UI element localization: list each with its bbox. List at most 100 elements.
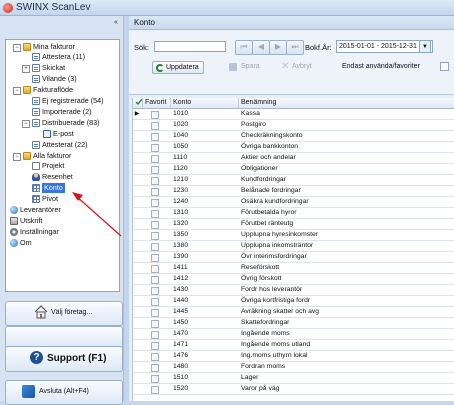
table-row[interactable]: 1320 Förutbet ränteutg — [133, 219, 454, 230]
collapse-icon[interactable]: − — [13, 153, 21, 161]
table-row[interactable]: 1350 Upplupna hyresinkomster — [133, 230, 454, 241]
favorite-checkbox[interactable] — [151, 210, 159, 218]
favorite-checkbox[interactable] — [151, 320, 159, 328]
table-row[interactable]: 1040 Checkräkningskonto — [133, 131, 454, 142]
table-row[interactable]: 1050 Övriga bankkonton — [133, 142, 454, 153]
favorite-checkbox[interactable] — [151, 342, 159, 350]
favorite-checkbox[interactable] — [151, 221, 159, 229]
tree-item-label: Skickat — [42, 63, 66, 72]
only-used-checkbox[interactable] — [440, 62, 449, 71]
favorite-checkbox[interactable] — [151, 331, 159, 339]
check-column-header[interactable] — [133, 98, 143, 108]
next-record-button[interactable]: ▶ — [269, 40, 287, 55]
collapse-icon[interactable]: − — [22, 120, 30, 128]
row-indicator-icon: ▶ — [134, 111, 140, 117]
table-row[interactable]: ▶ 1010 Kassa — [133, 109, 454, 120]
favorite-checkbox[interactable] — [151, 298, 159, 306]
folder-icon — [23, 86, 31, 94]
favorite-checkbox[interactable] — [151, 375, 159, 383]
collapse-icon[interactable]: − — [13, 87, 21, 95]
previous-record-button[interactable]: ◀ — [252, 40, 270, 55]
konto-cell: 1040 — [173, 132, 189, 139]
collapse-panel-button[interactable]: « — [111, 18, 121, 27]
table-row[interactable]: 1440 Övriga kortfristiga fordr — [133, 296, 454, 307]
printer-icon — [10, 217, 18, 225]
konto-cell: 1412 — [173, 275, 189, 282]
favorite-checkbox[interactable] — [151, 188, 159, 196]
column-header-benamning[interactable]: Benämning — [239, 98, 454, 108]
document-icon — [32, 53, 40, 61]
table-row[interactable]: 1476 Ing.moms uthyrn lokal — [133, 351, 454, 362]
table-row[interactable]: 1430 Fordr hos leverantör — [133, 285, 454, 296]
favorite-checkbox[interactable] — [151, 122, 159, 130]
table-row[interactable]: 1411 Reseförskott — [133, 263, 454, 274]
table-row[interactable]: 1380 Upplupna inkomsträntor — [133, 241, 454, 252]
accounts-grid[interactable]: Favorit Konto Benämning ▶ 1010 Kassa 1020 Po… — [132, 98, 454, 401]
favorite-checkbox[interactable] — [151, 265, 159, 273]
benamning-cell: Ingående moms — [241, 330, 290, 337]
table-row[interactable]: 1020 Postgiro — [133, 120, 454, 131]
exit-button[interactable]: Avsluta (Alt+F4) — [5, 380, 123, 405]
table-row[interactable]: 1445 Avräkning skatter och avg — [133, 307, 454, 318]
table-row[interactable]: 1480 Fordran moms — [133, 362, 454, 373]
choose-company-button[interactable]: Välj företag... — [5, 301, 123, 326]
tree-item-label: Projekt — [42, 161, 65, 170]
favorite-checkbox[interactable] — [151, 177, 159, 185]
row-indicator-icon — [133, 351, 141, 361]
chevron-down-icon[interactable]: ▼ — [419, 40, 431, 53]
favorite-checkbox[interactable] — [151, 386, 159, 394]
choose-company-label: Välj företag... — [51, 309, 93, 316]
tree-item-label: Ej registrerade (54) — [42, 96, 104, 105]
title-bar: SWINX ScanLev — [0, 0, 454, 16]
search-input[interactable] — [154, 41, 226, 52]
table-row[interactable]: 1110 Aktier och andelar — [133, 153, 454, 164]
favorite-checkbox[interactable] — [151, 133, 159, 141]
expand-icon[interactable]: + — [22, 65, 30, 73]
bokfar-label: Bokf.År: — [305, 43, 332, 52]
table-row[interactable]: 1390 Övr interimsfordringar — [133, 252, 454, 263]
table-row[interactable]: 1520 Varor på väg — [133, 384, 454, 395]
favorite-checkbox[interactable] — [151, 166, 159, 174]
favorite-checkbox[interactable] — [151, 199, 159, 207]
favorite-checkbox[interactable] — [151, 353, 159, 361]
table-row[interactable]: 1120 Obligationer — [133, 164, 454, 175]
table-row[interactable]: 1470 Ingående moms — [133, 329, 454, 340]
table-row[interactable]: 1310 Förutbetalda hyror — [133, 208, 454, 219]
navigation-tree[interactable]: − Mina fakturor Attestera (11) + Skickat Vila… — [5, 39, 120, 292]
benamning-cell: Varor på väg — [241, 385, 280, 392]
cancel-button[interactable]: ✕ Avbryt — [281, 61, 323, 74]
benamning-cell: Övriga bankkonton — [241, 143, 299, 150]
row-indicator-icon — [133, 307, 141, 317]
table-row[interactable]: 1230 Belånade fordringar — [133, 186, 454, 197]
favorite-checkbox[interactable] — [151, 144, 159, 152]
favorite-checkbox[interactable] — [151, 309, 159, 317]
update-button[interactable]: Uppdatera — [152, 61, 204, 74]
favorite-checkbox[interactable] — [151, 254, 159, 262]
save-button[interactable]: Spara — [229, 61, 269, 74]
toolbar: Sök: ⏮ ◀ ▶ ⏭ Bokf.År: 2015-01-01 - 2015-… — [129, 31, 454, 95]
favorite-checkbox[interactable] — [151, 243, 159, 251]
column-header-favorit[interactable]: Favorit — [143, 98, 171, 108]
last-record-button[interactable]: ⏭ — [286, 40, 304, 55]
table-row[interactable]: 1471 Ingående moms utland — [133, 340, 454, 351]
table-row[interactable]: 1240 Osäkra kundfordringar — [133, 197, 454, 208]
row-indicator-icon — [133, 208, 141, 218]
favorite-checkbox[interactable] — [151, 232, 159, 240]
column-header-konto[interactable]: Konto — [171, 98, 239, 108]
table-row[interactable]: 1210 Kundfordringar — [133, 175, 454, 186]
help-icon: ? — [30, 351, 43, 364]
favorite-checkbox[interactable] — [151, 287, 159, 295]
favorite-checkbox[interactable] — [151, 155, 159, 163]
table-row[interactable]: 1510 Lager — [133, 373, 454, 384]
support-button[interactable]: ? Support (F1) — [5, 346, 123, 372]
save-icon — [229, 63, 237, 71]
table-row[interactable]: 1450 Skattefordringar — [133, 318, 454, 329]
first-record-button[interactable]: ⏮ — [235, 40, 253, 55]
row-indicator-icon — [133, 384, 141, 394]
collapse-icon[interactable]: − — [13, 44, 21, 52]
folder-icon — [23, 43, 31, 51]
favorite-checkbox[interactable] — [151, 364, 159, 372]
favorite-checkbox[interactable] — [151, 111, 159, 119]
table-row[interactable]: 1412 Övrig förskott — [133, 274, 454, 285]
favorite-checkbox[interactable] — [151, 276, 159, 284]
